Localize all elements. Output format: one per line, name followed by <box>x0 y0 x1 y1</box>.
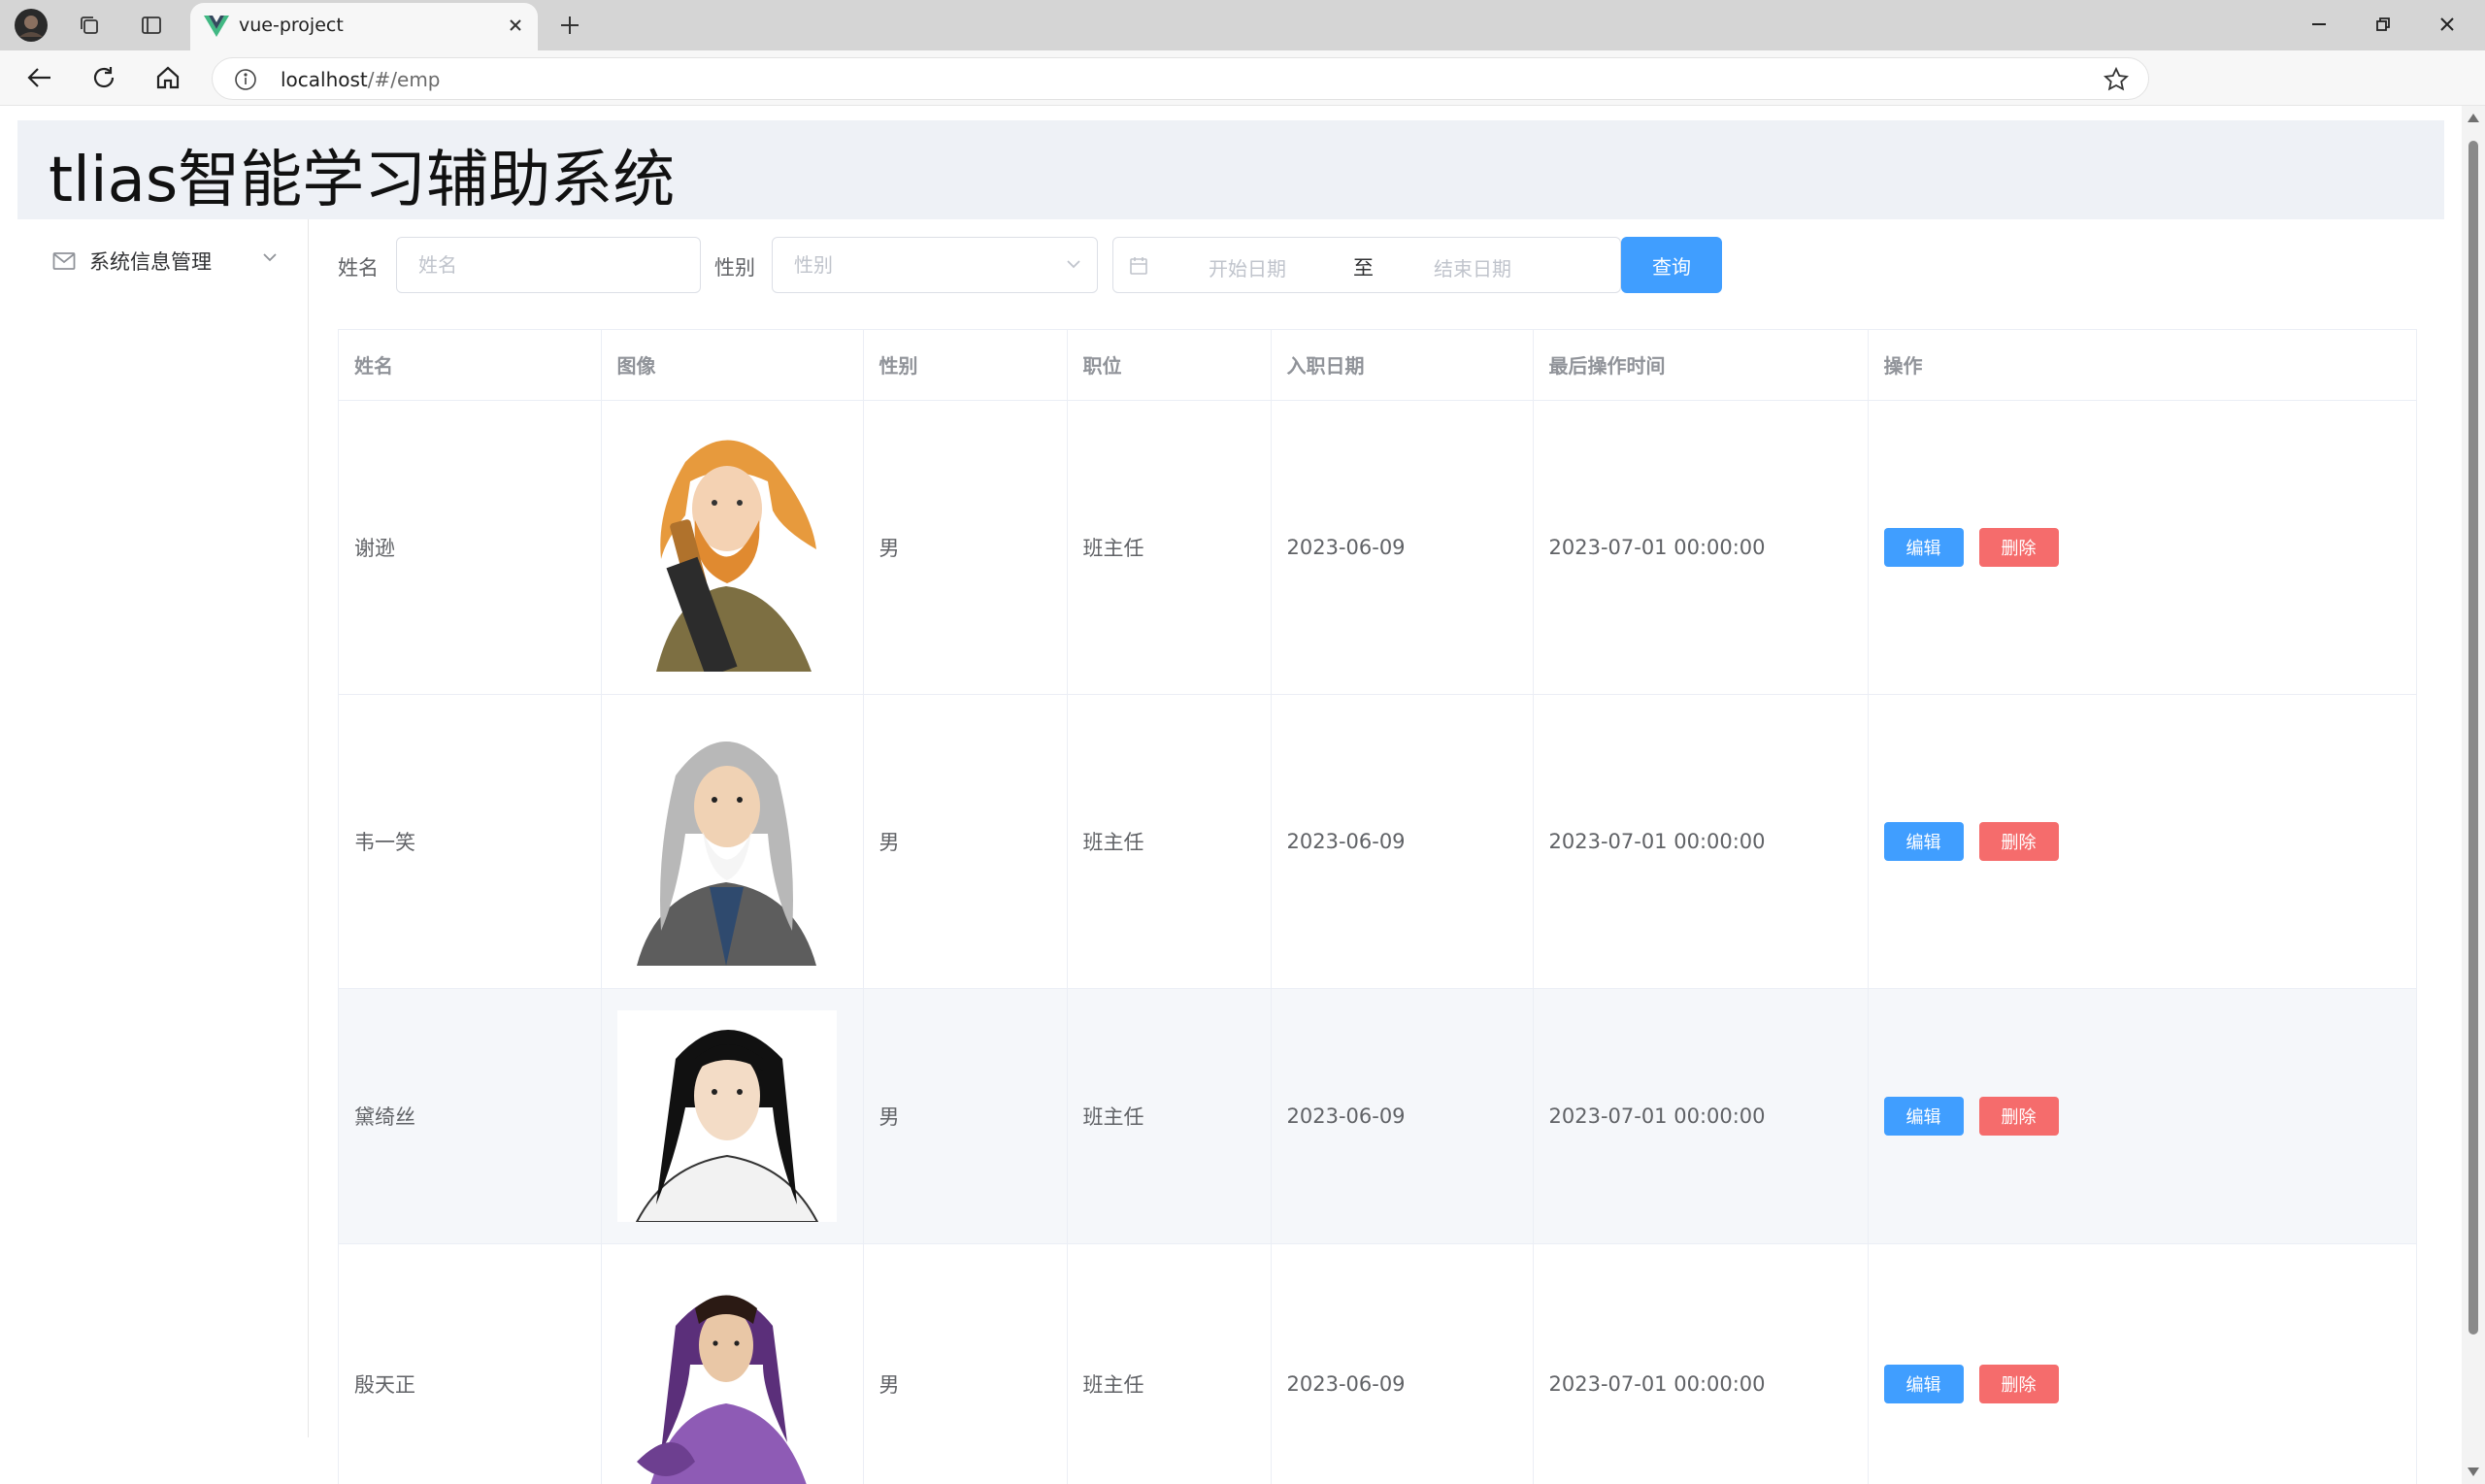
add-favorite-star-icon[interactable] <box>2104 67 2129 92</box>
query-button[interactable]: 查询 <box>1621 237 1722 293</box>
edit-button[interactable]: 编辑 <box>1883 1096 1964 1136</box>
employee-gender: 男 <box>863 400 1068 695</box>
tab-title: vue-project <box>239 15 344 36</box>
sidebar-item-label: 系统信息管理 <box>89 250 212 274</box>
employee-name: 韦一笑 <box>339 694 602 989</box>
range-separator: 至 <box>1353 256 1374 280</box>
employee-update-time: 2023-07-01 00:00:00 <box>1533 1243 1869 1484</box>
edit-button[interactable]: 编辑 <box>1883 527 1964 567</box>
column-header-image[interactable]: 图像 <box>601 330 864 401</box>
employee-position: 班主任 <box>1067 988 1272 1244</box>
avatar <box>616 716 835 966</box>
new-tab-icon[interactable] <box>553 9 586 42</box>
avatar <box>616 422 835 672</box>
delete-button[interactable]: 删除 <box>1978 1096 2059 1136</box>
actions-cell: 编辑 删除 <box>1868 988 2416 1244</box>
home-icon[interactable] <box>149 60 186 95</box>
page-scrollbar[interactable] <box>2462 106 2485 1484</box>
name-input-wrapper <box>396 237 701 293</box>
actions-cell: 编辑 删除 <box>1868 694 2416 989</box>
employee-position: 班主任 <box>1067 400 1272 695</box>
minimize-icon[interactable] <box>2295 8 2343 41</box>
employee-name: 殷天正 <box>339 1243 602 1484</box>
avatar <box>616 1009 837 1222</box>
employee-position: 班主任 <box>1067 1243 1272 1484</box>
app-title: tlias智能学习辅助系统 <box>49 145 676 216</box>
column-header-actions[interactable]: 操作 <box>1868 330 2416 401</box>
actions-cell: 编辑 删除 <box>1868 400 2416 695</box>
column-header-position[interactable]: 职位 <box>1067 330 1272 401</box>
edit-button[interactable]: 编辑 <box>1883 1365 1964 1403</box>
browser-tab-strip: vue-project <box>0 0 2485 50</box>
vue-logo-icon <box>204 15 229 38</box>
delete-button[interactable]: 删除 <box>1978 821 2059 861</box>
column-header-update-time[interactable]: 最后操作时间 <box>1533 330 1869 401</box>
employee-name: 黛绮丝 <box>339 988 602 1244</box>
employee-gender: 男 <box>863 1243 1068 1484</box>
table-row: 黛绮丝 男 班主任 2023-06-09 2023-07-01 00:00:00… <box>339 988 2416 1244</box>
chevron-down-icon <box>1066 259 1081 269</box>
actions-cell: 编辑 删除 <box>1868 1243 2416 1484</box>
sidebar-item-system-info[interactable]: 系统信息管理 <box>17 219 308 301</box>
close-tab-icon[interactable] <box>503 13 528 38</box>
scroll-up-arrow-icon[interactable] <box>2468 114 2479 122</box>
scroll-down-arrow-icon[interactable] <box>2468 1468 2479 1476</box>
mail-icon <box>52 251 76 271</box>
edit-button[interactable]: 编辑 <box>1883 821 1964 861</box>
sidebar: 系统信息管理 <box>17 219 309 1437</box>
url-host: localhost <box>281 68 368 91</box>
column-header-name[interactable]: 姓名 <box>339 330 602 401</box>
employee-entry-date: 2023-06-09 <box>1271 400 1534 695</box>
profile-avatar-icon[interactable] <box>14 8 49 43</box>
url-text: localhost/#/emp <box>281 68 441 91</box>
name-label: 姓名 <box>338 256 379 280</box>
name-input[interactable] <box>397 238 700 292</box>
employee-update-time: 2023-07-01 00:00:00 <box>1533 988 1869 1244</box>
column-header-entry-date[interactable]: 入职日期 <box>1271 330 1534 401</box>
delete-button[interactable]: 删除 <box>1978 1365 2059 1403</box>
employee-entry-date: 2023-06-09 <box>1271 1243 1534 1484</box>
start-date-input[interactable]: 开始日期 <box>1209 253 1286 281</box>
employee-update-time: 2023-07-01 00:00:00 <box>1533 694 1869 989</box>
url-path: /#/emp <box>367 68 441 91</box>
employee-entry-date: 2023-06-09 <box>1271 988 1534 1244</box>
calendar-icon <box>1129 256 1148 276</box>
delete-button[interactable]: 删除 <box>1978 527 2059 567</box>
employee-table: 姓名 图像 性别 职位 入职日期 最后操作时间 操作 谢逊 男 班主任 2023… <box>338 329 2417 1484</box>
avatar-cell <box>601 400 864 695</box>
app-header: tlias智能学习辅助系统 <box>17 120 2444 219</box>
avatar-cell <box>601 694 864 989</box>
employee-gender: 男 <box>863 694 1068 989</box>
column-header-gender[interactable]: 性别 <box>863 330 1068 401</box>
workspaces-icon[interactable] <box>72 8 107 43</box>
tab-vue-project[interactable]: vue-project <box>190 3 538 50</box>
table-row: 韦一笑 男 班主任 2023-06-09 2023-07-01 00:00:00… <box>339 694 2416 989</box>
site-info-icon[interactable] <box>234 68 257 91</box>
close-window-icon[interactable] <box>2423 8 2471 41</box>
page-viewport: tlias智能学习辅助系统 系统信息管理 姓名 性别 开始日期 至 结束日期 查… <box>0 105 2485 1484</box>
scrollbar-thumb[interactable] <box>2468 141 2478 1335</box>
employee-name: 谢逊 <box>339 400 602 695</box>
chevron-down-icon <box>262 252 278 262</box>
restore-icon[interactable] <box>2359 8 2407 41</box>
employee-position: 班主任 <box>1067 694 1272 989</box>
employee-entry-date: 2023-06-09 <box>1271 694 1534 989</box>
entry-date-range-picker[interactable]: 开始日期 至 结束日期 <box>1112 237 1621 293</box>
gender-label: 性别 <box>714 256 755 280</box>
employee-update-time: 2023-07-01 00:00:00 <box>1533 400 1869 695</box>
table-row: 殷天正 男 班主任 2023-06-09 2023-07-01 00:00:00… <box>339 1243 2416 1484</box>
refresh-icon[interactable] <box>85 60 122 95</box>
address-bar[interactable]: localhost/#/emp <box>212 57 2149 100</box>
end-date-input[interactable]: 结束日期 <box>1434 253 1511 281</box>
avatar-cell <box>601 988 864 1244</box>
avatar <box>616 1268 835 1484</box>
gender-select[interactable] <box>772 237 1098 293</box>
avatar-cell <box>601 1243 864 1484</box>
table-row: 谢逊 男 班主任 2023-06-09 2023-07-01 00:00:00 … <box>339 400 2416 695</box>
table-header-row: 姓名 图像 性别 职位 入职日期 最后操作时间 操作 <box>339 330 2416 401</box>
tab-actions-icon[interactable] <box>134 8 169 43</box>
employee-gender: 男 <box>863 988 1068 1244</box>
gender-select-input[interactable] <box>773 238 1097 292</box>
back-arrow-icon[interactable] <box>21 60 58 95</box>
